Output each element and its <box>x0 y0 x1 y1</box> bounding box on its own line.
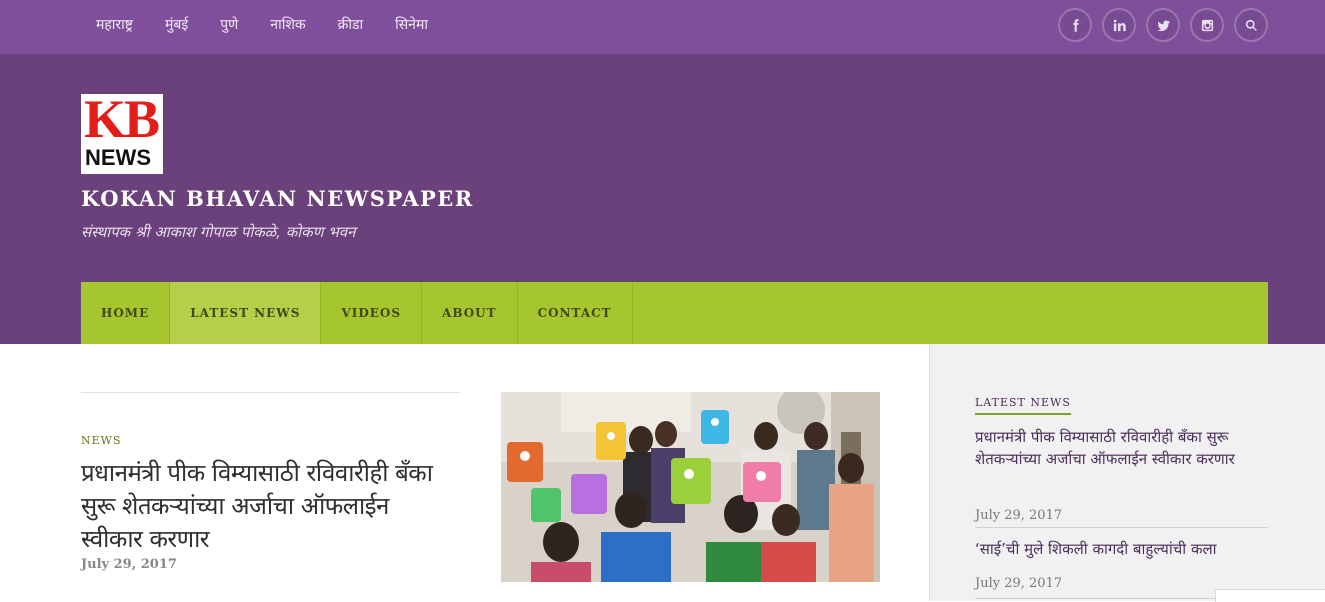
nav-about[interactable]: ABOUT <box>422 282 518 344</box>
article-divider <box>81 392 460 393</box>
article-photo[interactable] <box>501 392 880 582</box>
facebook-button[interactable] <box>1058 8 1092 42</box>
scroll-to-top-widget[interactable] <box>1215 589 1325 602</box>
instagram-icon <box>1201 19 1213 31</box>
site-title[interactable]: KOKAN BHAVAN NEWSPAPER <box>81 186 474 211</box>
sidebar-separator <box>975 527 1268 528</box>
logo-news-text: NEWS <box>85 145 151 170</box>
site-header: KB NEWS KOKAN BHAVAN NEWSPAPER संस्थापक … <box>0 54 1325 344</box>
top-bar: महाराष्ट्र मुंबई पुणे नाशिक क्रीडा सिनेम… <box>0 0 1325 54</box>
site-logo[interactable]: KB NEWS <box>81 89 163 174</box>
sidebar-heading: LATEST NEWS <box>975 396 1071 415</box>
sidebar: LATEST NEWS प्रधानमंत्री पीक विम्यासाठी … <box>929 344 1325 601</box>
sidebar-news-link-1[interactable]: प्रधानमंत्री पीक विम्यासाठी रविवारीही बँ… <box>975 426 1255 470</box>
search-icon <box>1245 19 1257 31</box>
instagram-button[interactable] <box>1190 8 1224 42</box>
nav-contact[interactable]: CONTACT <box>518 282 633 344</box>
linkedin-button[interactable] <box>1102 8 1136 42</box>
site-tagline: संस्थापक श्री आकाश गोपाळ पोकळे, कोकण भवन <box>81 223 356 241</box>
twitter-icon <box>1156 19 1170 31</box>
article-headline[interactable]: प्रधानमंत्री पीक विम्यासाठी रविवारीही बँ… <box>81 457 451 556</box>
social-links <box>1058 8 1268 42</box>
article-category[interactable]: NEWS <box>81 434 122 447</box>
nav-home[interactable]: HOME <box>81 282 171 344</box>
sidebar-news-link-2[interactable]: ‘साई’ची मुले शिकली कागदी बाहुल्यांची कला <box>975 538 1268 560</box>
sidebar-news-date-2: July 29, 2017 <box>975 576 1063 591</box>
top-nav-cinema[interactable]: सिनेमा <box>379 0 444 50</box>
linkedin-icon <box>1113 19 1126 31</box>
top-nav-mumbai[interactable]: मुंबई <box>149 0 204 50</box>
nav-latest-news[interactable]: LATEST NEWS <box>170 282 322 344</box>
search-button[interactable] <box>1234 8 1268 42</box>
article-date: July 29, 2017 <box>81 557 177 572</box>
logo-kb-text: KB <box>84 89 160 149</box>
top-nav: महाराष्ट्र मुंबई पुणे नाशिक क्रीडा सिनेम… <box>80 0 444 50</box>
main-nav: HOME LATEST NEWS VIDEOS ABOUT CONTACT <box>81 282 1268 344</box>
top-nav-pune[interactable]: पुणे <box>204 0 254 50</box>
facebook-icon <box>1072 18 1079 32</box>
twitter-button[interactable] <box>1146 8 1180 42</box>
top-nav-sports[interactable]: क्रीडा <box>322 0 380 50</box>
top-nav-nashik[interactable]: नाशिक <box>254 0 321 50</box>
article-photo-image <box>501 392 880 582</box>
sidebar-news-date-1: July 29, 2017 <box>975 508 1063 523</box>
nav-videos[interactable]: VIDEOS <box>321 282 423 344</box>
top-nav-maharashtra[interactable]: महाराष्ट्र <box>80 0 149 50</box>
